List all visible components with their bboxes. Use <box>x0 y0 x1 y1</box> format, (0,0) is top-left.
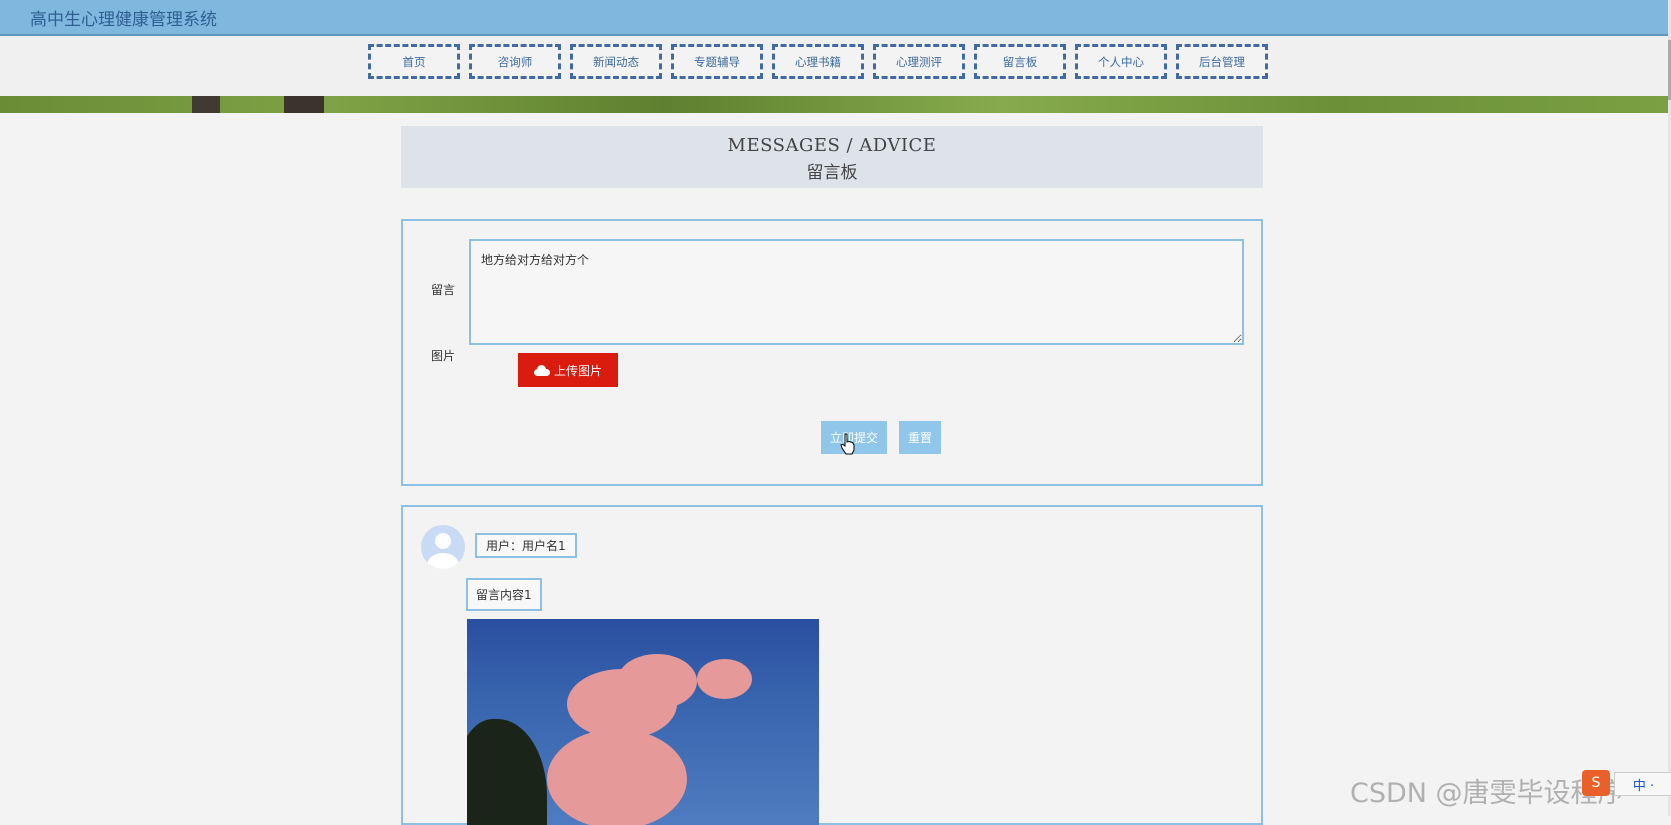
image-tree <box>467 719 547 825</box>
top-header-bar: 高中生心理健康管理系统 <box>0 0 1668 36</box>
nav-item-admin[interactable]: 后台管理 <box>1176 44 1268 79</box>
banner-post <box>192 96 220 113</box>
page-heading-english: MESSAGES / ADVICE <box>727 135 937 156</box>
nav-item-message-board[interactable]: 留言板 <box>974 44 1066 79</box>
banner-post <box>284 96 324 113</box>
upload-image-button[interactable]: 上传图片 <box>518 353 618 387</box>
message-form: 留言 地方给对方给对方个 图片 上传图片 立即提交 重置 <box>401 219 1263 486</box>
ime-status-bar[interactable]: 中 · <box>1614 772 1671 796</box>
cloud-upload-icon <box>533 364 550 376</box>
nav-item-personal-center[interactable]: 个人中心 <box>1075 44 1167 79</box>
avatar-head <box>435 533 451 549</box>
upload-button-label: 上传图片 <box>553 363 602 378</box>
message-image[interactable] <box>467 619 819 825</box>
nav-item-books[interactable]: 心理书籍 <box>772 44 864 79</box>
message-label: 留言 <box>431 283 456 297</box>
image-cloud <box>547 729 687 825</box>
image-label: 图片 <box>431 349 456 363</box>
pointer-cursor-icon <box>840 433 855 455</box>
image-cloud <box>617 654 697 709</box>
nav-item-assessment[interactable]: 心理测评 <box>873 44 965 79</box>
nav-bar: 首页 咨询师 新闻动态 专题辅导 心理书籍 心理测评 留言板 个人中心 后台管理 <box>0 36 1668 96</box>
ime-logo-icon[interactable]: S <box>1582 770 1610 796</box>
message-content: 留言内容1 <box>466 578 542 611</box>
avatar-body <box>427 553 459 569</box>
site-title[interactable]: 高中生心理健康管理系统 <box>30 5 217 30</box>
message-user-name: 用户：用户名1 <box>475 533 577 558</box>
image-cloud <box>697 659 752 699</box>
message-list-item: 用户：用户名1 留言内容1 <box>401 505 1263 825</box>
message-textarea[interactable]: 地方给对方给对方个 <box>469 239 1244 345</box>
user-avatar-icon <box>421 525 465 569</box>
nav-item-news[interactable]: 新闻动态 <box>570 44 662 79</box>
banner-grass-strip <box>0 96 1668 113</box>
main-nav: 首页 咨询师 新闻动态 专题辅导 心理书籍 心理测评 留言板 个人中心 后台管理 <box>368 44 1268 79</box>
nav-item-counselors[interactable]: 咨询师 <box>469 44 561 79</box>
page-heading: MESSAGES / ADVICE 留言板 <box>401 126 1263 188</box>
reset-button[interactable]: 重置 <box>899 421 941 454</box>
nav-item-home[interactable]: 首页 <box>368 44 460 79</box>
page-heading-chinese: 留言板 <box>806 163 858 183</box>
nav-item-topics[interactable]: 专题辅导 <box>671 44 763 79</box>
